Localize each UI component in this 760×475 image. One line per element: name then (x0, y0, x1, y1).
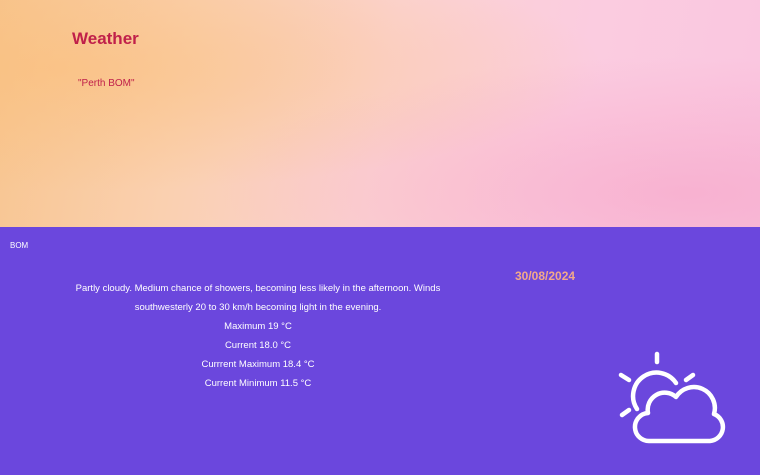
forecast-date: 30/08/2024 (515, 269, 576, 283)
page-subtitle: "Perth BOM" (78, 78, 135, 89)
current-temperature: Current 18.0 °C (224, 340, 292, 351)
partly-cloudy-icon (618, 351, 726, 444)
source-label: BOM (10, 241, 29, 250)
hero-banner: Weather "Perth BOM" (0, 0, 760, 227)
forecast-description: Partly cloudy. Medium chance of showers,… (75, 283, 441, 313)
page-title: Weather (72, 29, 139, 48)
forecast-details: Partly cloudy. Medium chance of showers,… (62, 279, 454, 393)
maximum-temperature: Maximum 19 °C (224, 321, 292, 332)
current-minimum-temperature: Current Minimum 11.5 °C (204, 378, 312, 389)
current-maximum-temperature: Currrent Maximum 18.4 °C (201, 359, 315, 370)
